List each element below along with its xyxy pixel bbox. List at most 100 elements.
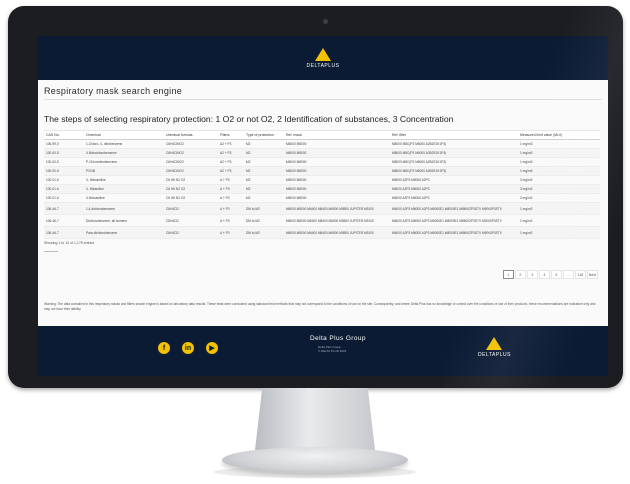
cell-ref-filter: M6000 A2P3 M8000 A2P3 [390, 184, 518, 194]
page-button-3[interactable]: 3 [526, 270, 538, 279]
facebook-icon[interactable]: f [158, 342, 170, 354]
table-row[interactable]: 100-00-5 4-Nitrochlorobenzene C6H4ClNO2 … [44, 148, 600, 158]
cell-formula: C6H4ClNO2 [164, 148, 218, 158]
table-info: Showing 1 to 10 of 1,178 entries [44, 241, 95, 245]
cell-chemical: 4- Nitroaniline [84, 175, 164, 185]
cell-formula: C6H4ClNO2 [164, 139, 218, 149]
table-row[interactable]: 106-99-0 1-Chloro- 4- nitrobenzene C6H4C… [44, 139, 600, 149]
footer-copyright: © DELTA PLUS 2022 [318, 349, 347, 353]
column-header-protection[interactable]: Type of protection [244, 130, 284, 140]
cell-cas: 100-01-6 [44, 184, 84, 194]
cell-cas: 100-01-6 [44, 193, 84, 203]
cell-mlv: 1 mg/m3 [518, 139, 600, 149]
cell-filters: A2 + P3 [218, 166, 244, 176]
cell-mlv: 3 mg/m3 [518, 184, 600, 194]
column-header-mlv[interactable]: Measured limit value (MLV) [518, 130, 600, 140]
cell-protection: DM to M2 [244, 202, 284, 215]
cell-mlv: 1 mg/m3 [518, 157, 600, 167]
cell-ref-mask: M6000 M8000 [284, 157, 390, 167]
cell-ref-mask: M6000 M8000 [284, 139, 390, 149]
cell-ref-filter: M8000 M8C(P3 M6000 A2B2E1K1P3) [390, 157, 518, 167]
cell-protection: M2 [244, 166, 284, 176]
cell-formula: C6H4ClNO2 [164, 157, 218, 167]
cell-chemical: PCNB [84, 166, 164, 176]
screen: DELTAPLUS Respiratory mask search engine… [38, 36, 608, 376]
cell-filters: A2 + P3 [218, 148, 244, 158]
column-header-cas[interactable]: CAS No. [44, 130, 84, 140]
cell-mlv: 1 mg/m3 [518, 166, 600, 176]
cell-chemical: 4-Nitroaniline [84, 193, 164, 203]
monitor-stand-base [222, 447, 408, 473]
linkedin-icon[interactable]: in [182, 342, 194, 354]
cell-protection: DM to M2 [244, 214, 284, 227]
cell-filters: A + P3 [218, 214, 244, 227]
column-header-ref-filter[interactable]: Ref. filter [390, 130, 518, 140]
cell-ref-filter: M6000 A2P3 M8000 A2P3 M6000E1 M8000E1 M8… [390, 226, 518, 239]
cell-cas: 106-99-0 [44, 139, 84, 149]
divider [44, 99, 602, 100]
cell-filters: A2 + P3 [218, 139, 244, 149]
cell-ref-mask: M6000 M8000 M6400 M8400 M6500 M8500 JUPI… [284, 202, 390, 215]
cell-filters: A + P3 [218, 226, 244, 239]
table-row[interactable]: 106-46-7 1,4-dichlorobenzene C6H4Cl2 A +… [44, 202, 600, 215]
table-row[interactable]: 106-46-7 Para-dichlorobenzene C6H4Cl2 A … [44, 226, 600, 239]
column-header-formula[interactable]: chemical formula [164, 130, 218, 140]
page-button-2[interactable]: 2 [514, 270, 526, 279]
cell-ref-mask: M6000 M8000 M6400 M8400 M6500 M8500 JUPI… [284, 214, 390, 227]
table-row[interactable]: 100-01-6 4- Nitraniline C6 H6 N2 O2 A + … [44, 184, 600, 194]
cell-cas: 106-46-7 [44, 226, 84, 239]
footer-company: Delta Plus Group [310, 335, 366, 342]
column-header-ref-mask[interactable]: Ref. mask [284, 130, 390, 140]
cell-cas: 100-00-5 [44, 157, 84, 167]
cell-protection: DM to M2 [244, 226, 284, 239]
cell-filters: A2 + P3 [218, 157, 244, 167]
cell-chemical: Para-dichlorobenzene [84, 226, 164, 239]
cell-cas: 100-00-5 [44, 166, 84, 176]
warning-text: Warning: The data contained in this resp… [44, 302, 596, 311]
table-row[interactable]: 100-01-6 4- Nitroaniline C6 H6 N2 O2 A +… [44, 175, 600, 185]
cell-formula: C6H4ClNO2 [164, 166, 218, 176]
cell-protection: M2 [244, 139, 284, 149]
cell-ref-filter: M8000 M8C(P3 M6000 A2B2E1K1P3) [390, 166, 518, 176]
cell-mlv: 3 mg/m3 [518, 193, 600, 203]
cell-formula: C6 H6 N2 O2 [164, 184, 218, 194]
cell-cas: 100-01-6 [44, 175, 84, 185]
deltaplus-logo-icon[interactable] [315, 47, 331, 61]
page-button-5[interactable]: 5 [550, 270, 562, 279]
results-table: CAS No. Chemical chemical formula Filter… [44, 130, 600, 239]
cell-protection: M2 [244, 157, 284, 167]
cell-cas: 106-46-7 [44, 202, 84, 215]
cell-protection: M2 [244, 193, 284, 203]
entries-length-select[interactable] [44, 246, 58, 252]
cell-ref-mask: M6000 M8000 [284, 148, 390, 158]
column-header-filters[interactable]: Filters [218, 130, 244, 140]
page-subtitle: The steps of selecting respiratory prote… [44, 114, 454, 124]
page-title: Respiratory mask search engine [44, 86, 183, 96]
table-row[interactable]: 100-00-5 PCNB C6H4ClNO2 A2 + P3 M2 M6000… [44, 166, 600, 176]
table-row[interactable]: 100-01-6 4-Nitroaniline C6 H6 N2 O2 A + … [44, 193, 600, 203]
cell-ref-filter: M8000 M8C(P3 M6000 A2B2E1K1P3) [390, 148, 518, 158]
cell-formula: C6 H6 N2 O2 [164, 193, 218, 203]
page-button-4[interactable]: 4 [538, 270, 550, 279]
pagination: 1 2 3 4 5 ... 118 Next [502, 270, 598, 279]
cell-formula: C6H4Cl2 [164, 226, 218, 239]
cell-ref-filter: M6000 A2P3 M8000 A2P3 M6000E1 M8000E1 M8… [390, 214, 518, 227]
cell-protection: M2 [244, 148, 284, 158]
cell-protection: M2 [244, 184, 284, 194]
site-header: DELTAPLUS [38, 36, 608, 80]
monitor-stand-neck [255, 388, 375, 450]
column-header-chemical[interactable]: Chemical [84, 130, 164, 140]
cell-chemical: 1,4-dichlorobenzene [84, 202, 164, 215]
header-logo-text: DELTAPLUS [306, 62, 340, 69]
cell-ref-filter: M6000 A2P3 M8000 A2P3 [390, 193, 518, 203]
youtube-icon[interactable]: ▶ [206, 342, 218, 354]
footer-logo-text: DELTAPLUS [478, 352, 511, 358]
page-button-1[interactable]: 1 [502, 270, 514, 279]
page-button-last[interactable]: 118 [574, 270, 586, 279]
table-row[interactable]: 106-46-7 Dichlorobenzene, all isomers C6… [44, 214, 600, 227]
next-page-button[interactable]: Next [586, 270, 598, 279]
cell-protection: M2 [244, 175, 284, 185]
table-row[interactable]: 100-00-5 P-Chloronitrobenzene C6H4ClNO2 … [44, 157, 600, 167]
footer-logo[interactable]: DELTAPLUS [478, 337, 511, 358]
cell-formula: C6 H6 N2 O2 [164, 175, 218, 185]
